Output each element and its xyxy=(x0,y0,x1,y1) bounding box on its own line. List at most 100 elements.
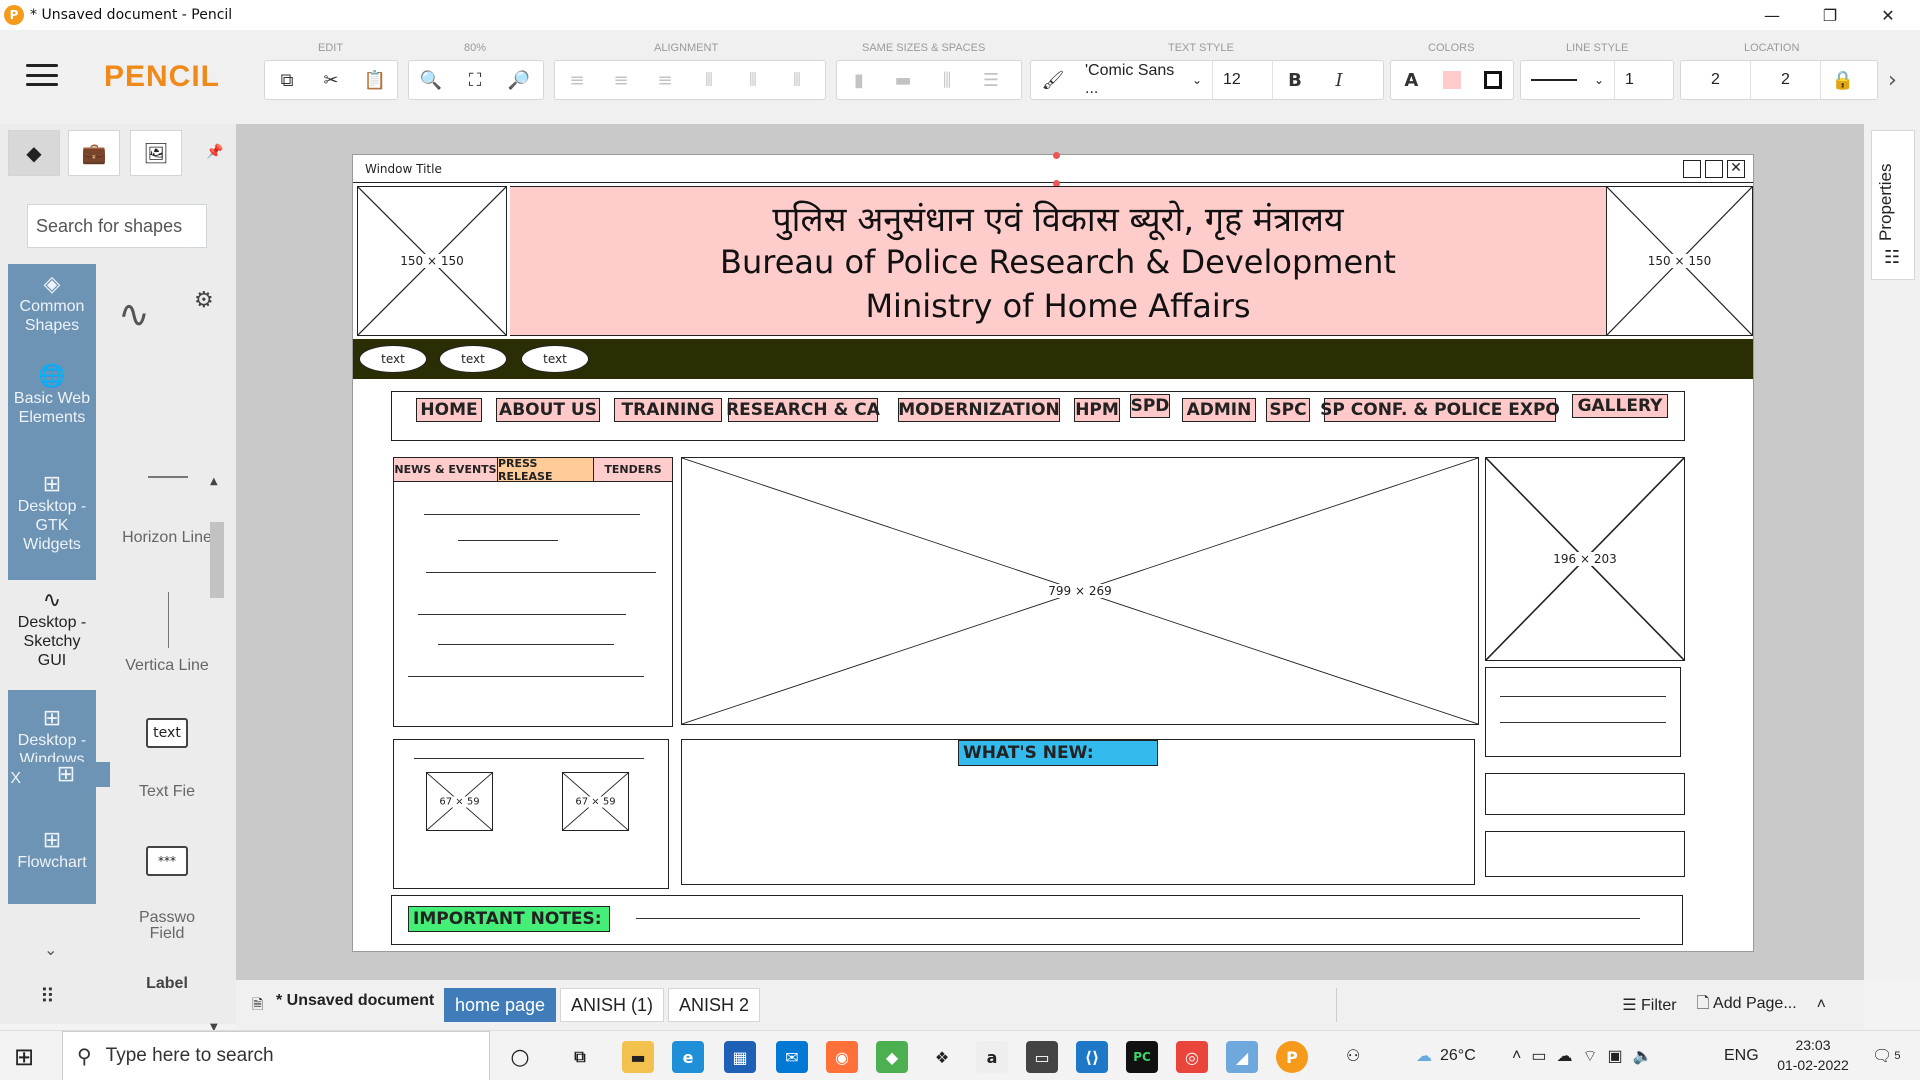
notification-center-icon[interactable]: 🗨 5 xyxy=(1872,1031,1900,1080)
terminal-icon[interactable]: ▭ xyxy=(1026,1041,1058,1073)
shape-label[interactable]: Label xyxy=(122,976,212,992)
copy-icon[interactable]: ⧉ xyxy=(265,61,309,99)
align-center-icon[interactable]: ≡ xyxy=(599,61,643,99)
app-icon[interactable]: ◆ xyxy=(876,1041,908,1073)
nav-gallery[interactable]: GALLERY xyxy=(1572,394,1668,418)
v-spacing-icon[interactable]: ☰ xyxy=(969,61,1013,99)
location-y-input[interactable]: 2 xyxy=(1751,61,1821,99)
vscode-icon[interactable]: ⟨⟩ xyxy=(1076,1041,1108,1073)
header-banner[interactable]: पुलिस अनुसंधान एवं विकास ब्यूरो, गृह मंत… xyxy=(510,186,1606,336)
side-image-placeholder[interactable]: 196 × 203 xyxy=(1485,457,1685,661)
nav-spc[interactable]: SPC xyxy=(1266,398,1310,422)
cut-icon[interactable]: ✂ xyxy=(309,61,353,99)
collection-gtk-widgets[interactable]: ⊞ Desktop - GTK Widgets xyxy=(8,473,96,574)
format-painter-icon[interactable]: 🖌 xyxy=(1031,61,1075,99)
align-middle-icon[interactable]: ⦀ xyxy=(731,61,775,99)
drawing-canvas[interactable]: Window Title ✕ 150 × 150 पुलिस अनुसंधान … xyxy=(236,124,1864,980)
shape-horizontal-line[interactable]: Horizon Line xyxy=(122,530,212,546)
align-right-icon[interactable]: ≡ xyxy=(643,61,687,99)
nav-hpm[interactable]: HPM xyxy=(1074,398,1120,422)
shape-search-input[interactable]: Search for shapes xyxy=(27,204,207,248)
image-icon[interactable]: 🖼 xyxy=(130,130,182,176)
thumbnail-placeholder[interactable]: 67 × 59 xyxy=(426,772,493,831)
shape-vertical-line[interactable]: Vertica Line xyxy=(122,658,212,674)
layers-icon[interactable]: ◆ xyxy=(8,130,60,176)
clock[interactable]: 23:03 01-02-2022 xyxy=(1768,1035,1858,1075)
text-pill[interactable]: text xyxy=(521,345,589,373)
align-left-icon[interactable]: ≡ xyxy=(555,61,599,99)
grid-icon[interactable]: ⊞ xyxy=(22,762,110,787)
nav-home[interactable]: HOME xyxy=(416,398,482,422)
tab-press-release[interactable]: PRESS RELEASE xyxy=(498,457,594,483)
language-indicator[interactable]: ENG xyxy=(1724,1031,1759,1080)
nav-spd[interactable]: SPD xyxy=(1130,394,1170,418)
whats-new-label[interactable]: WHAT'S NEW: xyxy=(958,740,1158,766)
sketch-window-titlebar[interactable]: Window Title ✕ xyxy=(353,152,1753,187)
tab-home-page[interactable]: home page xyxy=(444,988,557,1022)
line-width-input[interactable]: 1 xyxy=(1615,61,1673,99)
briefcase-icon[interactable]: 💼 xyxy=(68,130,120,176)
file-explorer-icon[interactable]: ▬ xyxy=(622,1041,654,1073)
text-pill[interactable]: text xyxy=(439,345,507,373)
weather-widget[interactable]: ☁ 26°C xyxy=(1416,1031,1476,1080)
more-chevron-icon[interactable]: › xyxy=(1888,68,1897,93)
menu-icon[interactable] xyxy=(26,64,58,86)
wifi-icon[interactable]: ⌔ xyxy=(1582,1046,1597,1066)
cortana-icon[interactable]: ○ xyxy=(504,1041,536,1073)
paste-icon[interactable]: 📋 xyxy=(353,61,397,99)
important-notes-label[interactable]: IMPORTANT NOTES: xyxy=(408,906,610,932)
font-size-input[interactable]: 12 xyxy=(1213,61,1273,99)
same-height-icon[interactable]: ▬ xyxy=(881,61,925,99)
task-view-icon[interactable]: ⧉ xyxy=(564,1041,596,1073)
apps-grid-icon[interactable]: ⠿ xyxy=(40,984,55,1008)
taskbar-search-input[interactable]: ⚲ Type here to search xyxy=(62,1031,490,1080)
lock-icon[interactable]: 🔒 xyxy=(1821,61,1865,99)
text-color-button[interactable]: A xyxy=(1391,61,1432,99)
selection-handle[interactable] xyxy=(1053,152,1060,159)
logo-right-placeholder[interactable]: 150 × 150 xyxy=(1606,186,1753,336)
gear-icon[interactable]: ⚙ xyxy=(194,288,214,313)
wireframe-page[interactable]: Window Title ✕ 150 × 150 पुलिस अनुसंधान … xyxy=(352,152,1754,952)
onedrive-icon[interactable]: ☁ xyxy=(1556,1046,1572,1066)
amazon-icon[interactable]: a xyxy=(976,1041,1008,1073)
collection-sketchy-gui[interactable]: ∿ Desktop - Sketchy GUI xyxy=(8,580,96,690)
tab-anish-1[interactable]: ANISH (1) xyxy=(560,988,665,1022)
nav-sp-conf-police-expo[interactable]: SP CONF. & POLICE EXPO xyxy=(1320,398,1560,422)
pencil-taskbar-icon[interactable]: P xyxy=(1276,1041,1308,1073)
collection-common-shapes[interactable]: ◈ Common Shapes xyxy=(8,273,96,358)
thumbnail-placeholder[interactable]: 67 × 59 xyxy=(562,772,629,831)
align-top-icon[interactable]: ⦀ xyxy=(687,61,731,99)
zoom-out-icon[interactable]: 🔍 xyxy=(409,61,453,99)
banner-image-placeholder[interactable]: 799 × 269 xyxy=(681,457,1479,725)
nav-admin[interactable]: ADMIN xyxy=(1182,398,1256,422)
fit-screen-icon[interactable]: ⛶ xyxy=(453,61,497,99)
pycharm-icon[interactable]: PC xyxy=(1126,1041,1158,1073)
chrome-icon[interactable]: ◎ xyxy=(1176,1041,1208,1073)
edge-icon[interactable]: e xyxy=(672,1041,704,1073)
chevron-up-icon[interactable]: ˄ xyxy=(1817,996,1826,1014)
chevron-up-icon[interactable]: ˄ xyxy=(1512,1047,1521,1065)
dropbox-icon[interactable]: ❖ xyxy=(926,1041,958,1073)
nav-about-us[interactable]: ABOUT US xyxy=(496,398,600,422)
properties-tab[interactable]: Properties ☷ xyxy=(1871,130,1915,280)
bold-button[interactable]: B xyxy=(1273,61,1317,99)
nav-training[interactable]: TRAINING xyxy=(614,398,722,422)
nav-research-ca[interactable]: RESEARCH & CA xyxy=(726,398,880,422)
tab-tenders[interactable]: TENDERS xyxy=(594,458,672,482)
location-x-input[interactable]: 2 xyxy=(1681,61,1751,99)
font-family-select[interactable]: 'Comic Sans ... ⌄ xyxy=(1075,61,1213,99)
collection-windows-xp-widgets[interactable]: ⊞Desktop - Windows XP Widgets xyxy=(8,700,96,820)
collection-flowchart[interactable]: ⊞ Flowchart xyxy=(8,829,96,894)
collection-basic-web-elements[interactable]: 🌐 Basic Web Elements xyxy=(8,365,96,466)
app-icon[interactable]: ◢ xyxy=(1226,1041,1258,1073)
fill-color-button[interactable] xyxy=(1432,61,1473,99)
store-icon[interactable]: ▦ xyxy=(724,1041,756,1073)
battery-icon[interactable]: ▭ xyxy=(1531,1046,1546,1066)
tab-anish-2[interactable]: ANISH 2 xyxy=(668,988,761,1022)
people-icon[interactable]: ⚇ xyxy=(1346,1031,1360,1080)
shape-password-field[interactable]: Passwo Field xyxy=(122,910,212,942)
pin-icon[interactable]: 📌 xyxy=(206,144,223,160)
nav-modernization[interactable]: MODERNIZATION xyxy=(898,398,1060,422)
line-style-select[interactable]: ⌄ xyxy=(1521,61,1615,99)
mail-icon[interactable]: ✉ xyxy=(776,1041,808,1073)
